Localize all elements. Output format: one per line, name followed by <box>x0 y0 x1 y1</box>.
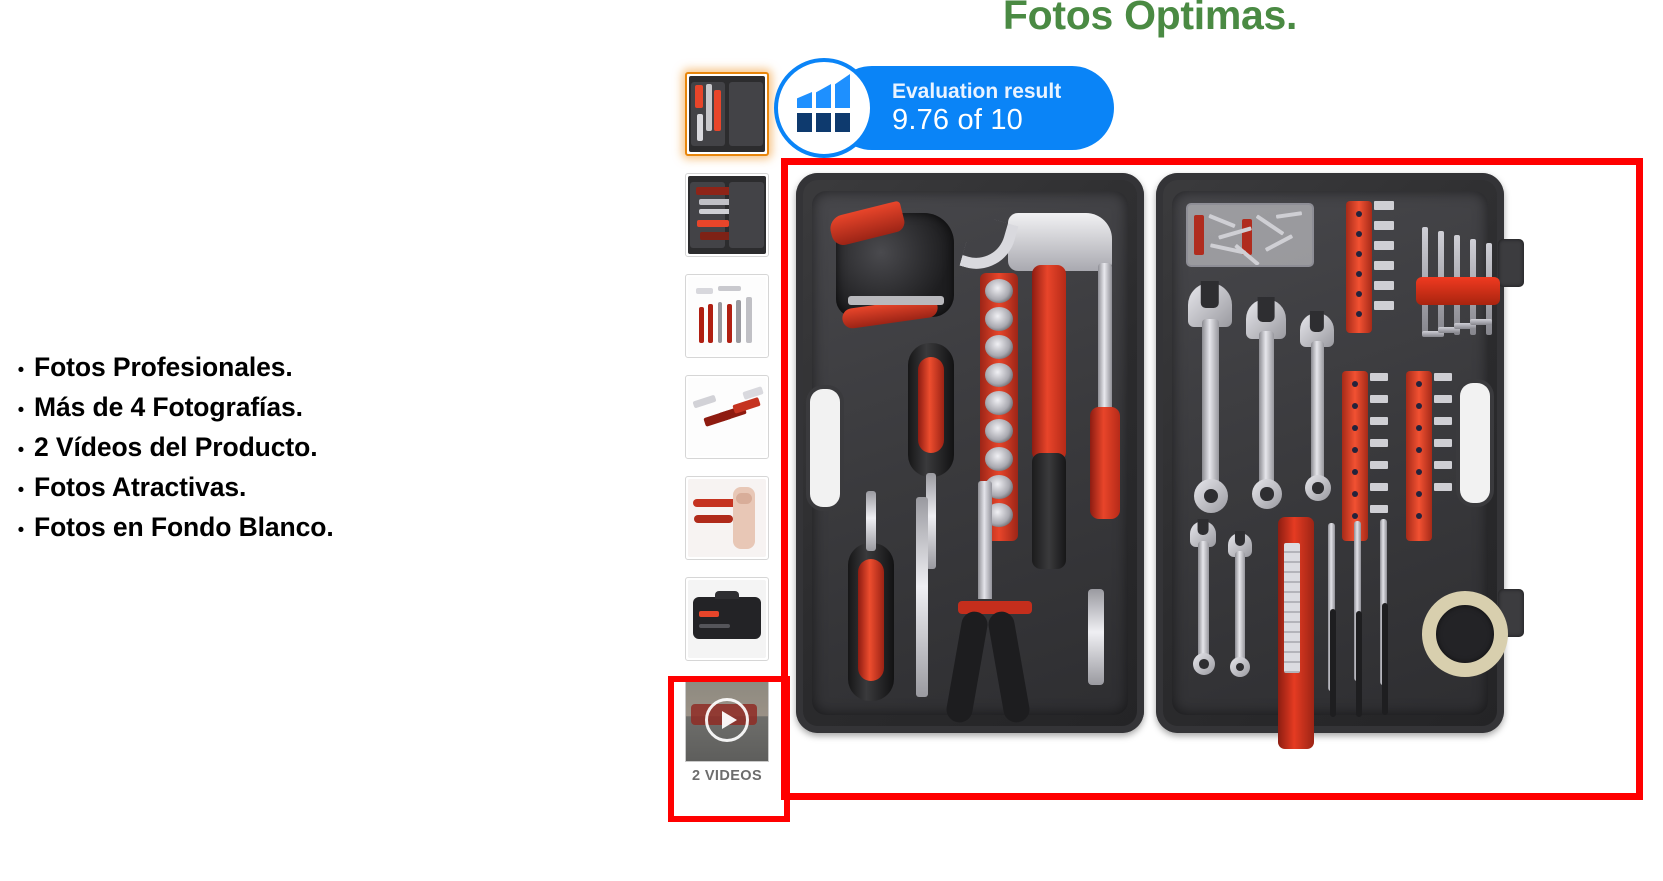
evaluation-icon-circle <box>774 58 874 158</box>
thumbnail-2[interactable] <box>685 173 769 257</box>
thumbnail-3[interactable] <box>685 274 769 358</box>
nail-assortment-box <box>1186 203 1314 267</box>
hammer-grip <box>1032 453 1066 569</box>
screwdriver-grip-accent-2 <box>858 559 884 681</box>
main-product-image[interactable] <box>788 165 1636 793</box>
thumbnail-image <box>688 176 766 254</box>
list-item: • Fotos en Fondo Blanco. <box>8 512 608 542</box>
page-title: Fotos Óptimas. <box>1002 0 1298 38</box>
bit-strip-top <box>1346 201 1372 333</box>
punch-tool <box>1098 263 1112 415</box>
bullet-marker-icon: • <box>17 400 25 421</box>
thumbnail-4[interactable] <box>685 375 769 459</box>
video-thumbnail-highlight <box>668 676 790 822</box>
list-item: • 2 Vídeos del Producto. <box>8 432 608 462</box>
nut-driver-tool <box>1088 589 1104 685</box>
tape-ring-item <box>1422 591 1508 677</box>
screwdriver-grip-accent <box>918 357 944 453</box>
case-latch-top <box>1498 239 1524 287</box>
evaluation-result-badge: Evaluation result 9.76 of 10 <box>774 58 1114 158</box>
slide-root: Fotos Óptimas. • Fotos Profesionales. • … <box>0 0 1663 881</box>
bullet-text: 2 Vídeos del Producto. <box>34 432 318 462</box>
list-item: • Fotos Atractivas. <box>8 472 608 502</box>
case-grip-left <box>810 389 840 507</box>
screwdriver-shaft-2 <box>866 491 876 551</box>
bullet-marker-icon: • <box>17 440 25 461</box>
case-grip-right <box>1460 383 1490 503</box>
feature-bullet-list: • Fotos Profesionales. • Más de 4 Fotogr… <box>8 352 608 552</box>
thumbnail-image <box>688 378 766 456</box>
list-item: • Más de 4 Fotografías. <box>8 392 608 422</box>
list-item: • Fotos Profesionales. <box>8 352 608 382</box>
utility-knife-tool <box>1278 517 1314 749</box>
thumbnail-image <box>688 277 766 355</box>
precision-driver-6 <box>1382 603 1388 715</box>
evaluation-text-block: Evaluation result 9.76 of 10 <box>892 79 1061 137</box>
bar-chart-icon <box>796 74 852 132</box>
bit-strip-lower-left <box>1342 371 1368 541</box>
tool-case-lid <box>796 173 1144 733</box>
precision-driver-5 <box>1356 611 1362 717</box>
flathead-tool <box>916 497 928 697</box>
thumbnail-image <box>688 479 766 557</box>
thumbnail-image <box>689 76 765 152</box>
bullet-text: Fotos en Fondo Blanco. <box>34 512 334 542</box>
tape-measure-tool <box>827 200 954 330</box>
precision-driver-4 <box>1330 609 1336 717</box>
bullet-text: Fotos Atractivas. <box>34 472 247 502</box>
thumbnail-1[interactable] <box>685 72 769 156</box>
base-tray <box>1172 191 1508 749</box>
thumbnail-image <box>688 580 766 658</box>
bullet-marker-icon: • <box>17 480 25 501</box>
thumbnail-5[interactable] <box>685 476 769 560</box>
bullet-marker-icon: • <box>17 520 25 541</box>
thumbnail-6[interactable] <box>685 577 769 661</box>
bit-strip-lower-right <box>1406 371 1432 541</box>
bullet-text: Fotos Profesionales. <box>34 352 293 382</box>
evaluation-score: 9.76 of 10 <box>892 104 1023 136</box>
lid-tray <box>810 191 1128 725</box>
tool-case-base <box>1156 173 1524 749</box>
punch-handle <box>1090 407 1120 519</box>
hammer-handle <box>1032 265 1066 461</box>
bullet-text: Más de 4 Fotografías. <box>34 392 303 422</box>
evaluation-label: Evaluation result <box>892 80 1062 103</box>
bullet-marker-icon: • <box>17 360 25 381</box>
tool-case <box>796 173 1524 749</box>
